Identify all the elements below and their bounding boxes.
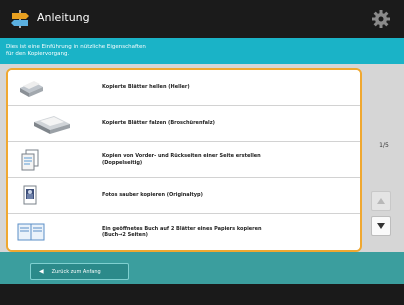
duplex-copy-icon [21, 149, 39, 171]
list-item-text: Kopien von Vorder- und Rückseiten einer … [102, 153, 261, 166]
copy-sheets-tray-icon [34, 116, 70, 134]
footer-strip [0, 284, 404, 305]
list-item[interactable]: Ein geöffnetes Buch auf 2 Blätter eines … [8, 214, 360, 250]
description-banner: Dies ist eine Einführung in nützliche Ei… [0, 38, 404, 64]
feature-list: Kopierte Blätter hellen (Heller) Kopiert… [6, 68, 362, 252]
list-item[interactable]: Kopien von Vorder- und Rückseiten einer … [8, 142, 360, 178]
main-panel: Dies ist eine Einführung in nützliche Ei… [0, 38, 404, 284]
back-to-start-label: Zurück zum Anfang [51, 268, 101, 275]
photo-copy-icon [23, 185, 37, 205]
list-item-text: Kopierte Blätter falzen (Broschürenfalz) [102, 120, 215, 127]
signpost-icon [11, 10, 29, 28]
description-line-2: für den Kopiervorgang. [6, 51, 70, 57]
list-item-text: Ein geöffnetes Buch auf 2 Blätter eines … [102, 225, 262, 239]
scroll-up-button[interactable] [371, 191, 391, 211]
scroll-down-icon [377, 223, 385, 229]
title-bar: Anleitung [0, 0, 404, 38]
book-copy-icon [17, 223, 45, 241]
list-item[interactable]: Kopierte Blätter falzen (Broschürenfalz) [8, 106, 360, 142]
page-indicator: 1/5 [379, 142, 389, 149]
scroll-up-icon [377, 198, 385, 204]
back-to-start-button[interactable]: ◀ Zurück zum Anfang [30, 263, 129, 280]
back-arrow-icon: ◀ [39, 268, 44, 275]
list-item[interactable]: Fotos sauber kopieren (Originaltyp) [8, 178, 360, 214]
list-item-text: Kopierte Blätter hellen (Heller) [102, 84, 190, 91]
scroll-down-button[interactable] [371, 216, 391, 236]
list-item-text: Fotos sauber kopieren (Originaltyp) [102, 192, 203, 199]
list-item[interactable]: Kopierte Blätter hellen (Heller) [8, 70, 360, 106]
copy-sheets-light-icon [20, 81, 43, 97]
gear-icon[interactable] [371, 9, 391, 29]
window-title: Anleitung [37, 11, 90, 24]
description-line-1: Dies ist eine Einführung in nützliche Ei… [6, 44, 146, 50]
